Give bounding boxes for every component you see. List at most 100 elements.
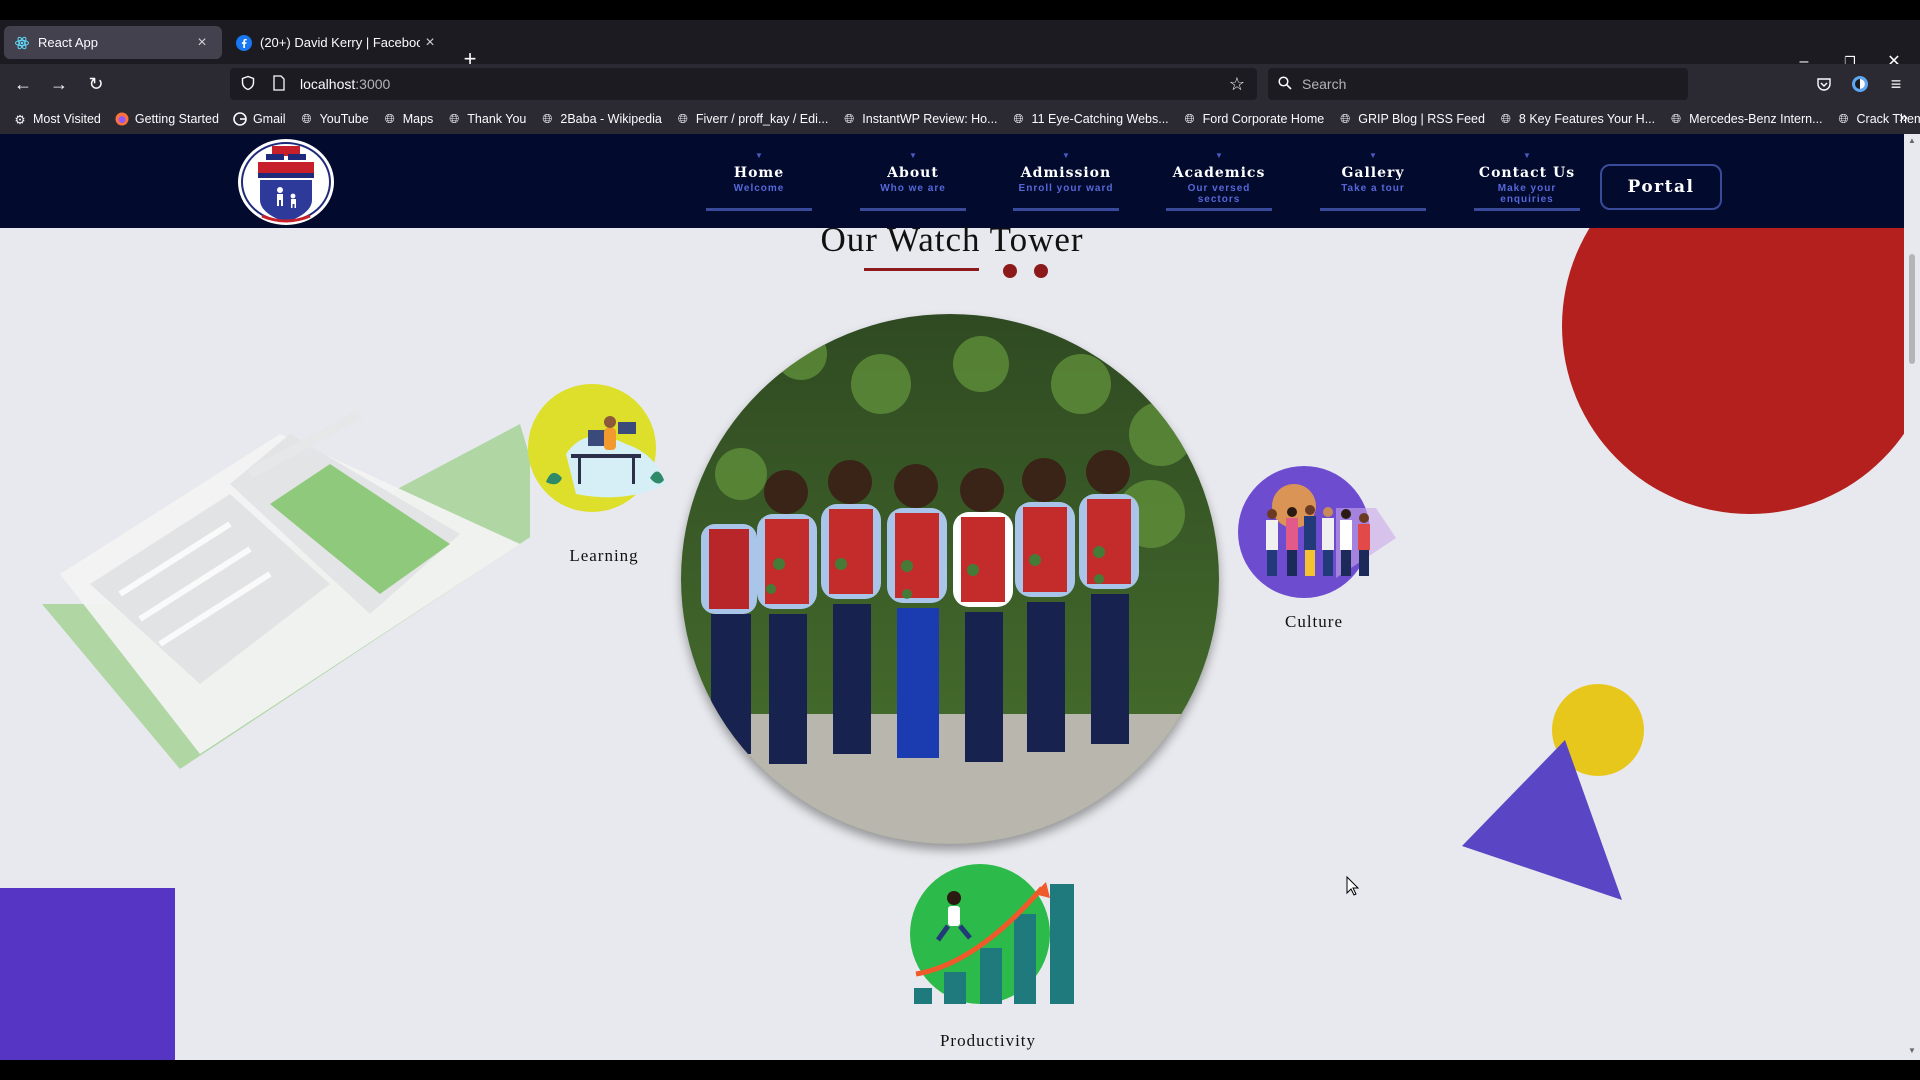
bookmark-grip[interactable]: 🌐︎ GRIP Blog | RSS Feed [1337, 111, 1485, 127]
culture-illustration [1238, 466, 1396, 598]
bookmark-eye-catching[interactable]: 🌐︎ 11 Eye-Catching Webs... [1011, 111, 1169, 127]
bookmark-ford[interactable]: 🌐︎ Ford Corporate Home [1182, 111, 1325, 127]
url-bar[interactable]: localhost:3000 ☆ [230, 68, 1257, 100]
firefox-icon [114, 111, 130, 127]
bookmark-most-visited[interactable]: ⚙ Most Visited [12, 111, 100, 127]
back-icon[interactable]: ← [11, 72, 35, 96]
globe-icon: 🌐︎ [1671, 111, 1682, 126]
globe-icon: 🌐︎ [1340, 111, 1351, 126]
caret-down-icon: ▼ [1215, 151, 1223, 160]
search-placeholder: Search [1302, 76, 1347, 92]
site-header: ▼ Home Welcome ▼ About Who we are ▼ Admi… [0, 134, 1904, 228]
url-port: :3000 [355, 76, 391, 92]
decorative-purple-triangle [1462, 740, 1622, 900]
tab-facebook[interactable]: (20+) David Kerry | Facebook × [226, 26, 450, 59]
globe-icon: 🌐︎ [449, 111, 460, 126]
pocket-icon[interactable] [1812, 72, 1836, 96]
nav-subtitle: Enroll your ward [1018, 183, 1114, 194]
nav-subtitle: Welcome [733, 183, 785, 194]
forward-icon[interactable]: → [47, 72, 71, 96]
bookmark-label: Maps [402, 112, 434, 126]
bookmark-gmail[interactable]: Gmail [232, 111, 286, 127]
search-icon [1278, 75, 1292, 93]
search-input[interactable]: Search [1268, 68, 1688, 100]
nav-subtitle: Make your enquiries [1497, 183, 1557, 205]
bookmark-label: InstantWP Review: Ho... [862, 112, 998, 126]
bookmark-label: GRIP Blog | RSS Feed [1358, 112, 1485, 126]
caret-down-icon: ▼ [755, 151, 763, 160]
globe-icon: 🌐︎ [844, 111, 855, 126]
bookmark-thank-you[interactable]: 🌐︎ Thank You [446, 111, 526, 127]
nav-title: Admission [1020, 165, 1112, 181]
school-logo[interactable] [236, 138, 336, 226]
bookmark-label: Mercedes-Benz Intern... [1689, 112, 1823, 126]
learning-label: Learning [569, 546, 639, 565]
bookmark-label: Thank You [467, 112, 527, 126]
bookmarks-bar: ⚙ Most Visited Getting Started Gmail 🌐︎ Yo… [0, 104, 1920, 134]
scroll-thumb[interactable] [1909, 254, 1915, 364]
page-viewport: ▼ Home Welcome ▼ About Who we are ▼ Admi… [0, 134, 1920, 1060]
url-host: localhost [300, 76, 356, 92]
scroll-up-icon[interactable]: ▲ [1907, 136, 1917, 146]
nav-subtitle: Our versed sectors [1187, 183, 1251, 205]
bookmark-youtube[interactable]: 🌐︎ YouTube [299, 111, 369, 127]
page-icon [272, 74, 290, 94]
nav-title: Academics [1172, 165, 1266, 181]
bookmark-label: Getting Started [134, 112, 219, 126]
title-dot [1034, 264, 1048, 278]
chevron-more-icon[interactable]: » [1899, 109, 1908, 127]
bookmark-label: Gmail [252, 112, 286, 126]
nav-about[interactable]: ▼ About Who we are [860, 151, 966, 211]
nav-contact-us[interactable]: ▼ Contact Us Make your enquiries [1474, 151, 1580, 211]
close-icon[interactable]: × [420, 34, 440, 52]
title-underline [864, 268, 979, 271]
window-top-strip [0, 0, 1920, 20]
window-bottom-strip [0, 1060, 1920, 1080]
nav-gallery[interactable]: ▼ Gallery Take a tour [1320, 151, 1426, 211]
bookmark-8-key[interactable]: 🌐︎ 8 Key Features Your H... [1498, 111, 1655, 127]
reload-icon[interactable]: ↻ [84, 72, 108, 96]
bookmark-mercedes[interactable]: 🌐︎ Mercedes-Benz Intern... [1668, 111, 1822, 127]
section-title: Our Watch Tower [820, 220, 1084, 259]
bookmark-star-icon[interactable]: ☆ [1229, 74, 1245, 95]
portal-button[interactable]: Portal [1600, 164, 1722, 210]
productivity-illustration [910, 864, 1074, 1004]
nav-admission[interactable]: ▼ Admission Enroll your ward [1013, 151, 1119, 211]
tab-title: React App [38, 35, 98, 50]
shield-icon[interactable] [240, 75, 260, 94]
bookmark-maps[interactable]: 🌐︎ Maps [382, 111, 434, 127]
globe-icon: 🌐︎ [1838, 111, 1849, 126]
bookmark-label: Ford Corporate Home [1202, 112, 1325, 126]
globe-icon: 🌐︎ [1184, 111, 1195, 126]
page-scrollbar[interactable]: ▲ ▼ [1904, 134, 1920, 1060]
menu-icon[interactable]: ≡ [1884, 72, 1908, 96]
bookmark-label: 11 Eye-Catching Webs... [1031, 112, 1169, 126]
nav-subtitle: Who we are [880, 183, 946, 194]
bookmark-2baba[interactable]: 🌐︎ 2Baba - Wikipedia [539, 111, 661, 127]
caret-down-icon: ▼ [1523, 151, 1531, 160]
nav-title: Gallery [1341, 165, 1405, 181]
scroll-down-icon[interactable]: ▼ [1907, 1046, 1917, 1056]
nav-title: Home [733, 165, 785, 181]
url-text: localhost:3000 [300, 76, 390, 92]
book-illustration [42, 409, 530, 769]
students-photo [681, 314, 1219, 844]
culture-label: Culture [1285, 612, 1343, 631]
tab-react-app[interactable]: React App × [4, 26, 222, 59]
bookmark-instantwp[interactable]: 🌐︎ InstantWP Review: Ho... [841, 111, 997, 127]
bookmark-fiverr[interactable]: 🌐︎ Fiverr / proff_kay / Edi... [675, 111, 828, 127]
react-icon [14, 35, 30, 51]
bookmark-getting-started[interactable]: Getting Started [114, 111, 219, 127]
bookmark-label: YouTube [319, 112, 369, 126]
nav-home[interactable]: ▼ Home Welcome [706, 151, 812, 211]
tab-title: (20+) David Kerry | Facebook [260, 35, 420, 50]
globe-icon: 🌐︎ [301, 111, 312, 126]
globe-icon: 🌐︎ [542, 111, 553, 126]
close-icon[interactable]: × [192, 34, 212, 52]
caret-down-icon: ▼ [1369, 151, 1377, 160]
nav-academics[interactable]: ▼ Academics Our versed sectors [1166, 151, 1272, 211]
learning-illustration [528, 384, 666, 512]
account-icon[interactable] [1848, 72, 1872, 96]
caret-down-icon: ▼ [1062, 151, 1070, 160]
nav-title: About [887, 165, 939, 181]
